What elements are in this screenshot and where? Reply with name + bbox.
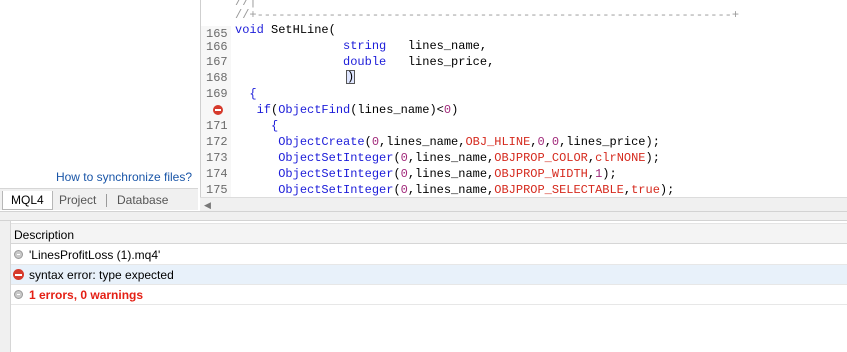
code-text: ObjectSetInteger(0,lines_name,OBJPROP_WI… [278, 167, 617, 181]
code-line: 167 void SetHLine( [201, 22, 847, 70]
code-line: 168 string lines_name, [201, 38, 847, 86]
code-text: ObjectCreate(0,lines_name,OBJ_HLINE,0,0,… [278, 135, 660, 149]
navigator-tabs: MQL4 Project Database [0, 188, 198, 210]
code-line: 176 ObjectSetInteger(0,lines_name,OBJPRO… [201, 166, 847, 182]
code-text: { [235, 119, 279, 133]
code-text: void SetHLine( [235, 23, 336, 37]
message-row[interactable]: syntax error: type expected [11, 265, 847, 285]
code-line: 177 ObjectSetInteger(0,lines_name,OBJPRO… [201, 182, 847, 197]
message-row[interactable]: 1 errors, 0 warnings [11, 285, 847, 305]
code-text: double lines_price, [343, 55, 495, 69]
code-editor[interactable]: 165 //| 166 //+-------------------------… [200, 0, 847, 197]
code-text: if(ObjectFind(lines_name)<0) [256, 103, 459, 117]
column-header-label: Description [14, 228, 75, 242]
tab-project[interactable]: Project [51, 191, 104, 210]
editor-horizontal-scrollbar[interactable]: ◀ [200, 197, 847, 211]
sync-files-link[interactable]: How to synchronize files? [56, 170, 192, 184]
scroll-left-arrow-icon[interactable]: ◀ [204, 200, 211, 211]
tab-database[interactable]: Database [109, 191, 176, 210]
code-line: 171 { [201, 86, 847, 134]
code-line: 174 ObjectCreate(0,lines_name,OBJ_HLINE,… [201, 134, 847, 182]
text-cursor: ) [346, 70, 356, 84]
toolbox-side-strip [0, 221, 11, 352]
code-line: ) [201, 70, 847, 118]
tab-mql4[interactable]: MQL4 [2, 191, 53, 210]
code-text: string lines_name, [343, 39, 488, 53]
code-text: ObjectSetInteger(0,lines_name,OBJPROP_SE… [278, 183, 675, 197]
code-line: 166 //+---------------------------------… [201, 7, 847, 55]
code-text: ) [346, 70, 356, 86]
code-line: 172 if(ObjectFind(lines_name)<0) [201, 102, 847, 150]
toolbox-panel: Description 'LinesProfitLoss (1).mq4' sy… [0, 221, 847, 352]
message-text: syntax error: type expected [29, 268, 174, 282]
code-text: { [235, 87, 257, 101]
message-text: 'LinesProfitLoss (1).mq4' [29, 248, 161, 262]
code-line: 173 { [201, 118, 847, 166]
code-text: ObjectSetInteger(0,lines_name,OBJPROP_CO… [278, 151, 660, 165]
panel-splitter[interactable] [0, 211, 847, 221]
message-row[interactable]: 'LinesProfitLoss (1).mq4' [11, 245, 847, 265]
code-text: //+-------------------------------------… [235, 8, 740, 22]
message-text: 1 errors, 0 warnings [29, 288, 144, 302]
code-line: 169 double lines_price, [201, 54, 847, 102]
error-icon [13, 269, 24, 280]
tab-divider [106, 194, 107, 207]
info-icon [14, 290, 23, 299]
description-column-header[interactable]: Description [11, 223, 847, 244]
info-icon [14, 250, 23, 259]
navigator-panel: How to synchronize files? MQL4 Project D… [0, 0, 198, 210]
code-line: 175 ObjectSetInteger(0,lines_name,OBJPRO… [201, 150, 847, 197]
